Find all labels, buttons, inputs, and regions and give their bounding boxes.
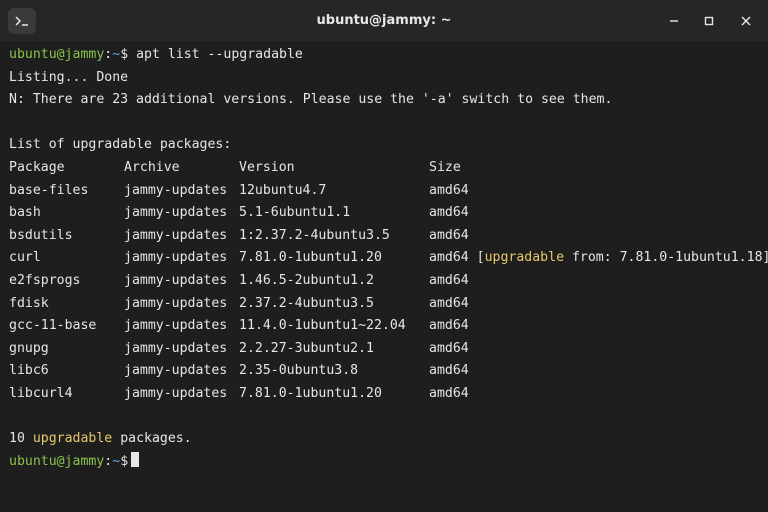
package-size: amd64 <box>429 272 469 288</box>
package-name: curl <box>9 250 41 266</box>
package-name: libcurl4 <box>9 385 73 401</box>
prompt-user-host: ubuntu@jammy <box>9 47 105 62</box>
table-row: libc6 jammy-updates 2.35-0ubuntu3.8 amd64 <box>9 360 759 383</box>
package-version: 5.1-6ubuntu1.1 <box>239 205 351 221</box>
minimize-icon <box>670 20 678 22</box>
package-archive: jammy-updates <box>124 205 228 221</box>
minimize-button[interactable] <box>664 11 684 31</box>
column-header-size: Size <box>429 159 461 175</box>
package-name: libc6 <box>9 363 49 379</box>
prompt-path: ~ <box>112 453 121 469</box>
package-version: 11.4.0-1ubuntu1~22.04 <box>239 318 406 334</box>
column-header-archive: Archive <box>124 159 180 175</box>
package-size: amd64 <box>429 205 469 221</box>
package-archive: jammy-updates <box>124 340 228 356</box>
table-row: bsdutils jammy-updates 1:2.37.2-4ubuntu3.5… <box>9 225 759 248</box>
package-archive: jammy-updates <box>124 318 228 334</box>
package-name: gnupg <box>9 340 49 356</box>
package-size: amd64 <box>429 385 469 401</box>
upgrade-note-rest: from: 7.81.0-1ubuntu1.18] <box>564 250 768 266</box>
table-row: libcurl4 jammy-updates 7.81.0-1ubuntu1.20 a… <box>9 383 759 406</box>
prompt-symbol: $ <box>120 47 129 62</box>
package-archive: jammy-updates <box>124 227 228 243</box>
listing-line: Listing... Done <box>9 69 129 85</box>
package-archive: jammy-updates <box>124 363 228 379</box>
package-size: amd64 <box>429 250 469 266</box>
prompt-line[interactable]: ubuntu@jammy:~$ <box>9 451 759 474</box>
summary-line: 10 upgradable packages. <box>9 428 759 451</box>
maximize-icon <box>704 16 714 26</box>
table-row: gnupg jammy-updates 2.2.27-3ubuntu2.1 amd64 <box>9 338 759 361</box>
summary-rest: packages. <box>120 431 192 447</box>
close-button[interactable] <box>736 11 756 31</box>
package-archive: jammy-updates <box>124 272 228 288</box>
package-archive: jammy-updates <box>124 385 228 401</box>
command-line: ubuntu@jammy:~$ apt list --upgradable <box>9 44 759 67</box>
text-cursor <box>131 451 140 467</box>
package-archive: jammy-updates <box>124 250 228 266</box>
maximize-button[interactable] <box>699 11 719 31</box>
package-size: amd64 <box>429 363 469 379</box>
table-header-row: Package Archive Version Size <box>9 157 759 180</box>
package-archive: jammy-updates <box>124 182 228 198</box>
table-row: bash jammy-updates 5.1-6ubuntu1.1 amd64 <box>9 202 759 225</box>
close-icon <box>741 16 751 26</box>
package-version: 7.81.0-1ubuntu1.20 <box>239 250 382 266</box>
prompt-symbol: $ <box>120 453 129 469</box>
window-title: ubuntu@jammy: ~ <box>316 13 452 28</box>
package-name: bsdutils <box>9 227 73 243</box>
package-size: amd64 <box>429 340 469 356</box>
terminal-output[interactable]: ubuntu@jammy:~$ apt list --upgradable Li… <box>9 44 768 474</box>
package-size: amd64 <box>429 318 469 334</box>
list-header: List of upgradable packages: <box>9 137 232 153</box>
column-header-package: Package <box>9 159 65 175</box>
column-header-version: Version <box>239 159 295 175</box>
package-version: 7.81.0-1ubuntu1.20 <box>239 385 382 401</box>
summary-count: 10 <box>9 431 25 447</box>
package-size: amd64 <box>429 182 469 198</box>
package-version: 12ubuntu4.7 <box>239 182 327 198</box>
package-version: 2.2.27-3ubuntu2.1 <box>239 340 374 356</box>
table-row: base-files jammy-updates 12ubuntu4.7 amd64 <box>9 180 759 203</box>
table-row: gcc-11-base jammy-updates 11.4.0-1ubuntu1~… <box>9 315 759 338</box>
package-version: 2.37.2-4ubuntu3.5 <box>239 295 374 311</box>
upgrade-note-open: [ <box>476 250 485 266</box>
package-name: base-files <box>9 182 89 198</box>
notice-line: N: There are 23 additional versions. Ple… <box>9 92 613 108</box>
upgrade-note-highlight: upgradable <box>484 250 565 266</box>
package-size: amd64 <box>429 295 469 311</box>
package-archive: jammy-updates <box>124 295 228 311</box>
package-name: bash <box>9 205 41 221</box>
package-name: gcc-11-base <box>9 318 97 334</box>
title-bar: ubuntu@jammy: ~ <box>0 0 768 43</box>
summary-highlight: upgradable <box>32 431 113 447</box>
prompt-user-host: ubuntu@jammy <box>9 453 105 469</box>
package-name: fdisk <box>9 295 49 311</box>
prompt-path: ~ <box>112 47 121 62</box>
terminal-window: ubuntu@jammy: ~ ubuntu@jammy:~$ apt list… <box>0 0 768 512</box>
package-version: 1:2.37.2-4ubuntu3.5 <box>239 227 390 243</box>
table-row: curl jammy-updates 7.81.0-1ubuntu1.20 amd64… <box>9 247 768 270</box>
command-text: apt list --upgradable <box>136 47 303 62</box>
package-version: 1.46.5-2ubuntu1.2 <box>239 272 374 288</box>
package-size: amd64 <box>429 227 469 243</box>
table-row: fdisk jammy-updates 2.37.2-4ubuntu3.5 amd64 <box>9 293 759 316</box>
package-name: e2fsprogs <box>9 272 81 288</box>
table-row: e2fsprogs jammy-updates 1.46.5-2ubuntu1.2 a… <box>9 270 759 293</box>
package-version: 2.35-0ubuntu3.8 <box>239 363 359 379</box>
